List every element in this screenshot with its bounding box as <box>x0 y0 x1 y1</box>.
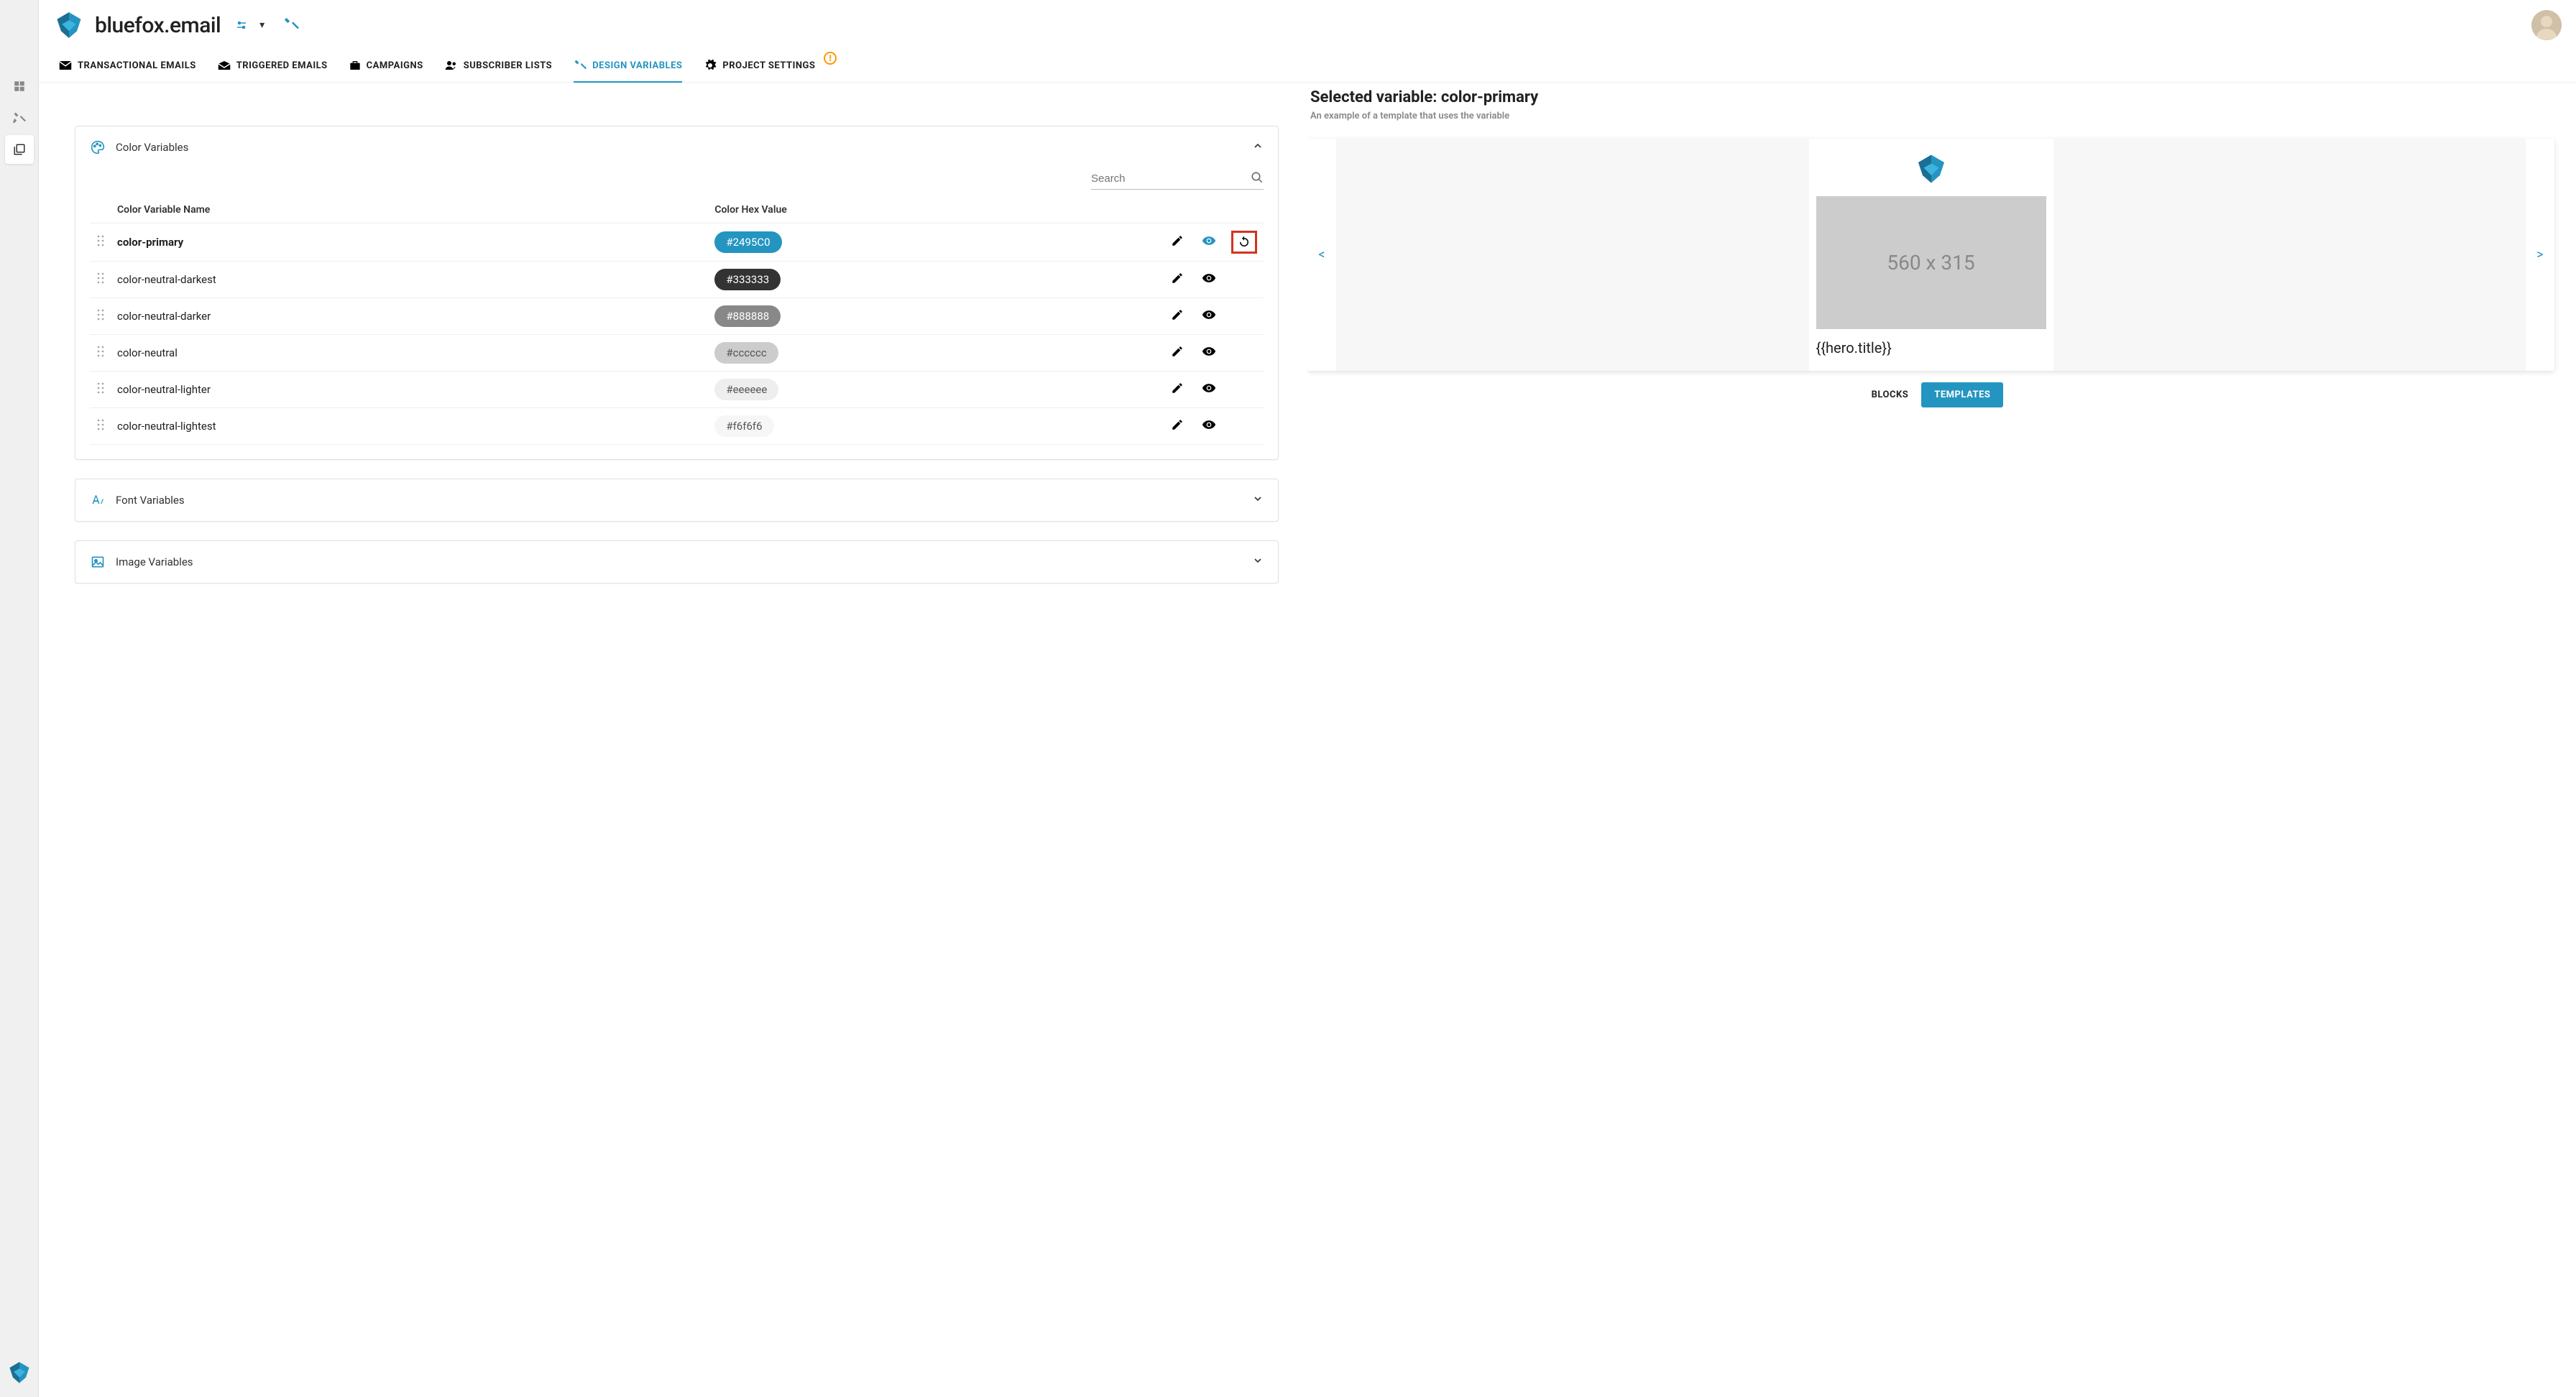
gear-icon <box>704 59 717 72</box>
panel-head-fonts[interactable]: Font Variables <box>75 479 1278 521</box>
preview-prev[interactable]: < <box>1307 247 1336 262</box>
image-icon <box>90 554 106 570</box>
refresh-button[interactable] <box>1225 298 1264 335</box>
rail-item-dashboard[interactable] <box>5 72 34 101</box>
briefcase-icon <box>349 60 361 71</box>
variable-name: color-neutral-darker <box>111 298 709 335</box>
rail-item-tools[interactable] <box>5 103 34 132</box>
drag-handle[interactable] <box>90 372 111 408</box>
color-chip: #eeeeee <box>714 379 778 400</box>
topbar: bluefox.email ▾ <box>39 0 2576 50</box>
mail-icon <box>59 60 72 70</box>
variable-name: color-neutral <box>111 335 709 372</box>
app-brand[interactable]: bluefox.email <box>95 13 221 38</box>
drag-handle[interactable] <box>90 408 111 445</box>
template-preview: 560 x 315 {{hero.title}} <box>1809 139 2053 371</box>
toggle-blocks[interactable]: BLOCKS <box>1859 382 1922 407</box>
color-chip: #2495C0 <box>714 231 781 253</box>
table-row: color-neutral-darker#888888 <box>90 298 1264 335</box>
selected-variable-title: Selected variable: color-primary <box>1310 88 2554 106</box>
color-variables-table: Color Variable Name Color Hex Value colo… <box>90 197 1264 445</box>
chevron-up-icon <box>1252 140 1264 155</box>
variable-name: color-primary <box>111 223 709 262</box>
app-logo <box>53 9 85 41</box>
template-logo-icon <box>1914 152 1949 186</box>
search-input[interactable] <box>1091 168 1264 189</box>
tabs: TRANSACTIONAL EMAILS TRIGGERED EMAILS CA… <box>39 50 2576 83</box>
preview-button[interactable] <box>1193 262 1225 298</box>
palette-icon <box>90 139 106 155</box>
toggle-templates[interactable]: TEMPLATES <box>1921 382 2003 407</box>
panel-color-variables: Color Variables <box>75 126 1279 460</box>
preview-next[interactable]: > <box>2526 247 2554 262</box>
tab-project-settings[interactable]: PROJECT SETTINGS ! <box>704 50 837 82</box>
color-chip: #f6f6f6 <box>714 415 773 437</box>
table-row: color-neutral-darkest#333333 <box>90 262 1264 298</box>
tab-design-variables[interactable]: DESIGN VARIABLES <box>574 50 682 82</box>
refresh-button[interactable] <box>1225 335 1264 372</box>
selected-variable-sub: An example of a template that uses the v… <box>1310 111 2554 121</box>
font-icon <box>90 492 106 508</box>
edit-button[interactable] <box>1162 335 1193 372</box>
table-row: color-neutral-lightest#f6f6f6 <box>90 408 1264 445</box>
search-input-wrap <box>1091 168 1264 190</box>
edit-button[interactable] <box>1162 372 1193 408</box>
brand-dropdown-icon[interactable] <box>235 19 248 32</box>
tab-transactional-emails[interactable]: TRANSACTIONAL EMAILS <box>59 50 196 82</box>
refresh-button[interactable] <box>1225 262 1264 298</box>
avatar[interactable] <box>2531 10 2562 40</box>
refresh-button[interactable] <box>1225 408 1264 445</box>
refresh-button[interactable] <box>1225 223 1264 262</box>
edit-button[interactable] <box>1162 298 1193 335</box>
drag-handle[interactable] <box>90 298 111 335</box>
drag-handle[interactable] <box>90 335 111 372</box>
chevron-down-icon <box>1252 493 1264 507</box>
edit-button[interactable] <box>1162 262 1193 298</box>
color-chip: #888888 <box>714 305 781 327</box>
edit-button[interactable] <box>1162 223 1193 262</box>
tools-icon <box>574 59 586 72</box>
chevron-down-icon <box>1252 555 1264 569</box>
drag-handle[interactable] <box>90 262 111 298</box>
mail-open-icon <box>218 60 231 70</box>
panel-font-variables: Font Variables <box>75 479 1279 522</box>
warning-badge: ! <box>824 52 837 65</box>
variable-name: color-neutral-darkest <box>111 262 709 298</box>
sidebar-rail <box>0 0 39 1397</box>
preview-button[interactable] <box>1193 335 1225 372</box>
panel-head-colors[interactable]: Color Variables <box>75 126 1278 168</box>
variable-name: color-neutral-lighter <box>111 372 709 408</box>
tab-campaigns[interactable]: CAMPAIGNS <box>349 50 423 82</box>
tools-icon[interactable] <box>283 17 299 32</box>
template-heading: {{hero.title}} <box>1809 329 2053 362</box>
preview-toggle: BLOCKS TEMPLATES <box>1307 382 2554 407</box>
tab-triggered-emails[interactable]: TRIGGERED EMAILS <box>218 50 328 82</box>
table-row: color-primary#2495C0 <box>90 223 1264 262</box>
table-row: color-neutral-lighter#eeeeee <box>90 372 1264 408</box>
color-chip: #cccccc <box>714 342 778 364</box>
preview-button[interactable] <box>1193 223 1225 262</box>
people-icon <box>445 60 458 70</box>
tab-subscriber-lists[interactable]: SUBSCRIBER LISTS <box>445 50 552 82</box>
panel-image-variables: Image Variables <box>75 540 1279 584</box>
variable-name: color-neutral-lightest <box>111 408 709 445</box>
app-logo-mini <box>6 1360 32 1386</box>
chevron-down-icon[interactable]: ▾ <box>259 19 264 31</box>
panel-head-images[interactable]: Image Variables <box>75 541 1278 583</box>
color-chip: #333333 <box>714 269 781 290</box>
col-hex: Color Hex Value <box>709 197 1162 223</box>
rail-item-layers[interactable] <box>5 135 34 164</box>
refresh-button[interactable] <box>1225 372 1264 408</box>
table-row: color-neutral#cccccc <box>90 335 1264 372</box>
preview-button[interactable] <box>1193 298 1225 335</box>
edit-button[interactable] <box>1162 408 1193 445</box>
preview-button[interactable] <box>1193 408 1225 445</box>
drag-handle[interactable] <box>90 223 111 262</box>
template-hero: 560 x 315 <box>1816 196 2046 329</box>
col-name: Color Variable Name <box>111 197 709 223</box>
preview-button[interactable] <box>1193 372 1225 408</box>
search-icon <box>1251 171 1264 187</box>
preview-card: < 560 x 315 {{hero.title}} > <box>1307 139 2554 371</box>
